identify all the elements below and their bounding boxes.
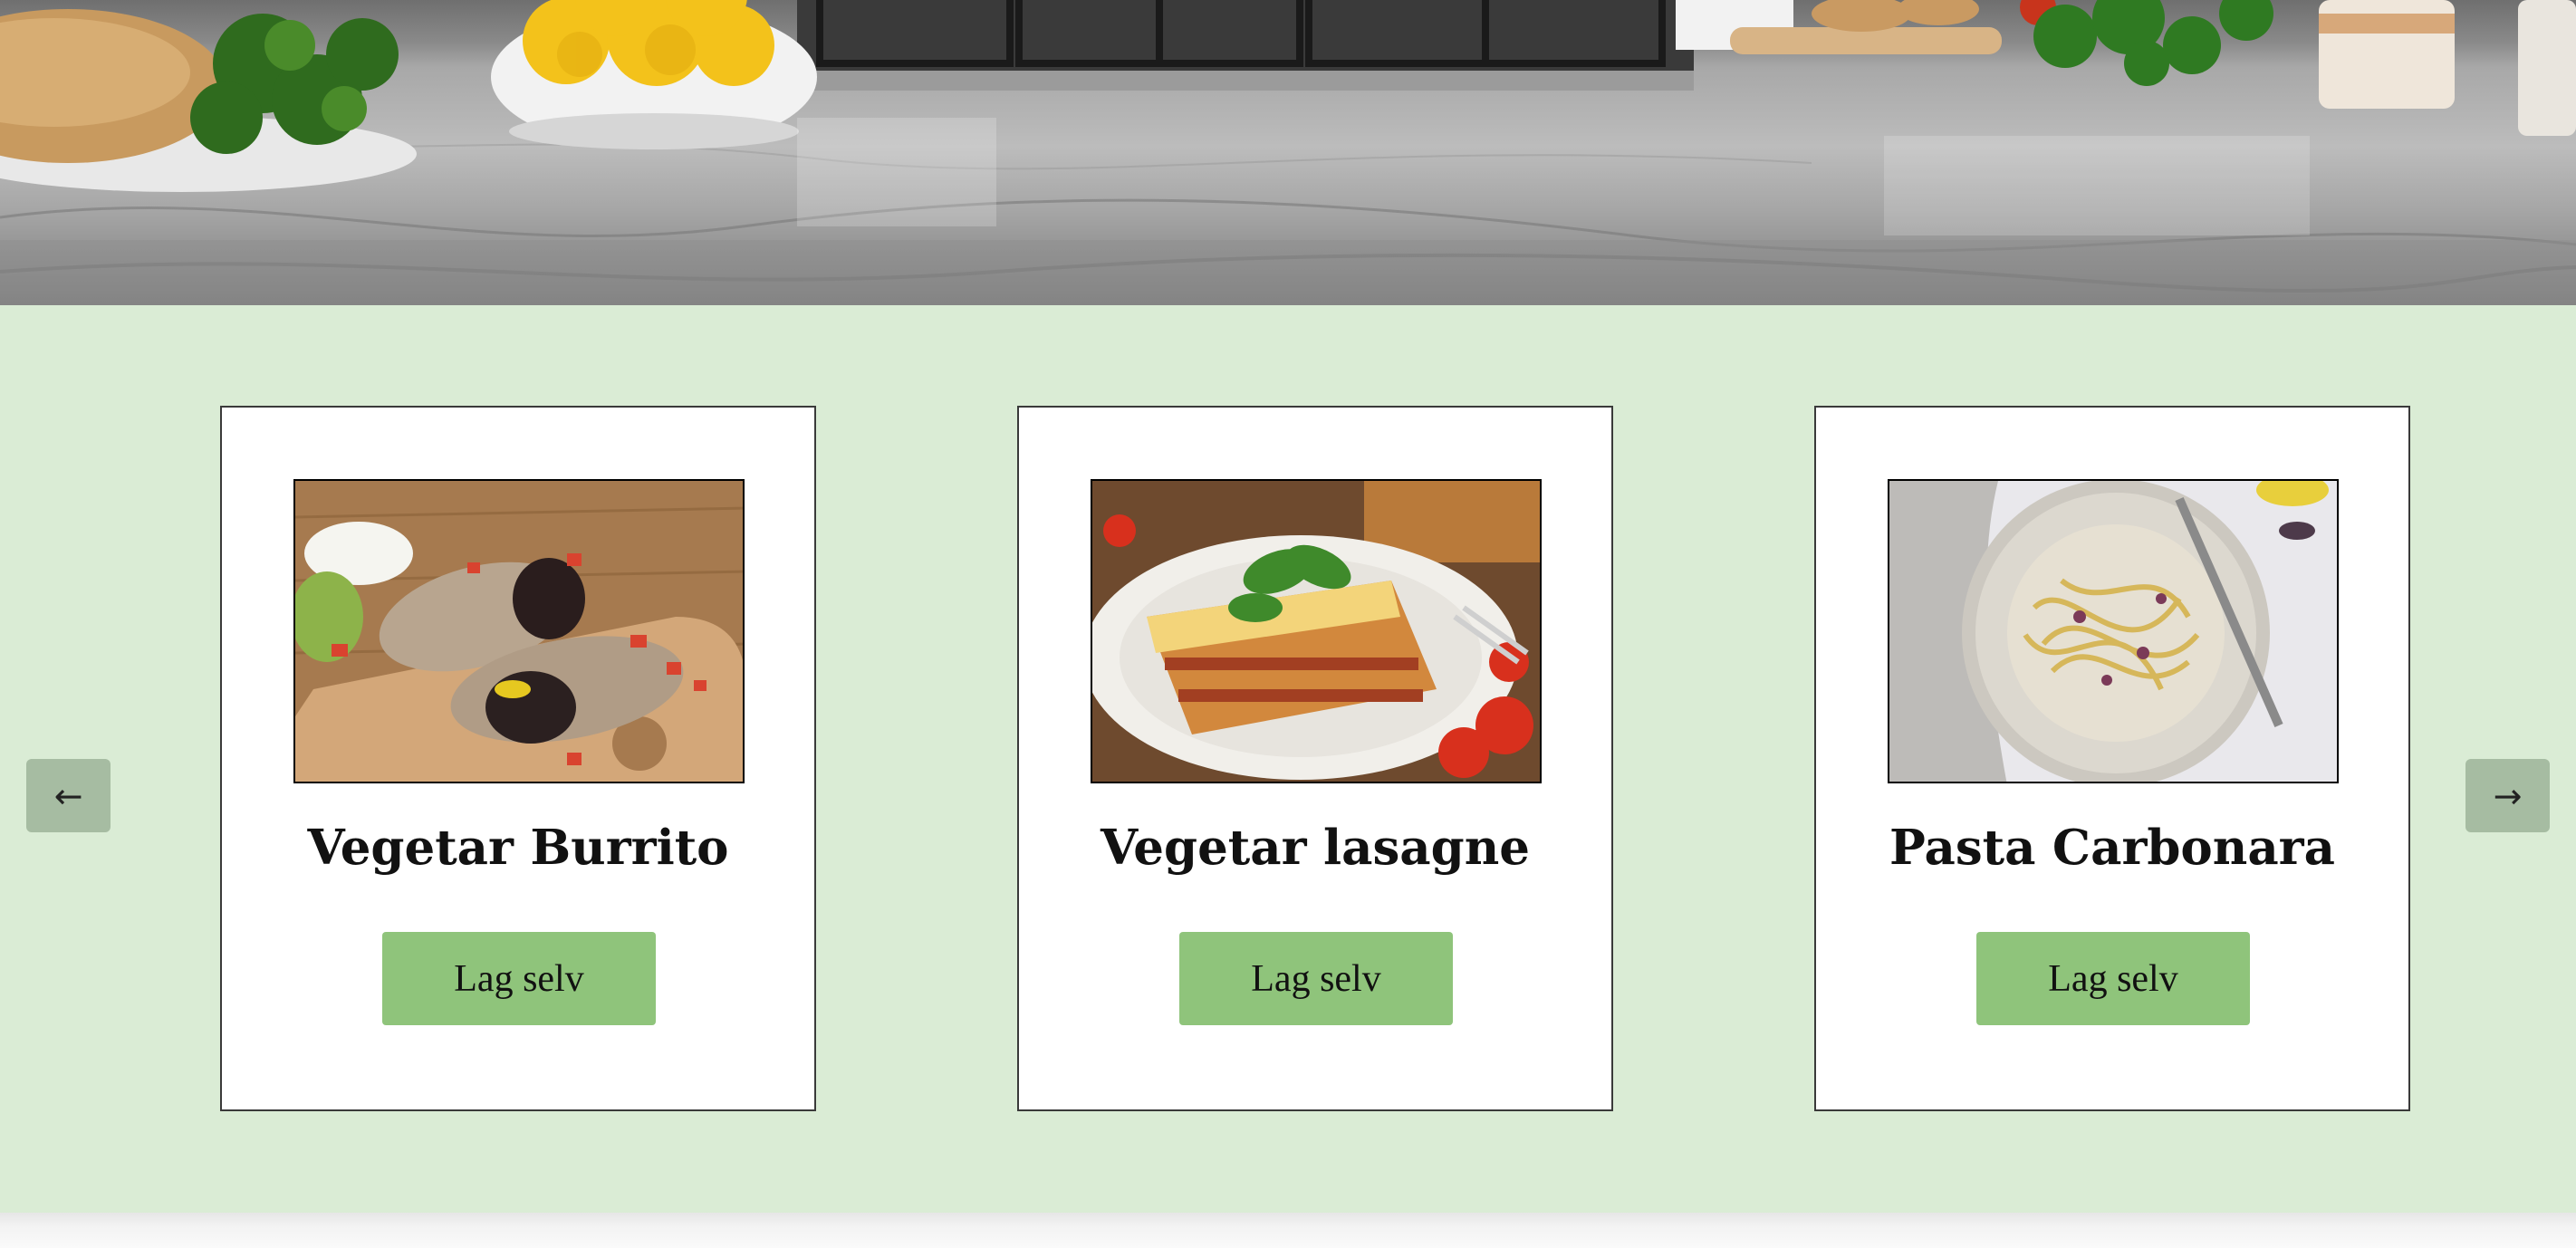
recipe-title: Pasta Carbonara <box>1889 820 2335 876</box>
recipe-image-carbonara <box>1888 479 2339 783</box>
make-yourself-button[interactable]: Lag selv <box>1179 932 1453 1025</box>
footer-shadow-strip <box>0 1213 2576 1248</box>
carousel-next-button[interactable]: → <box>2465 759 2550 832</box>
hero-illustration <box>0 0 2576 305</box>
recipe-card-burrito: Vegetar Burrito Lag selv <box>220 406 816 1111</box>
carbonara-photo <box>1889 481 2337 782</box>
burrito-photo <box>295 481 743 782</box>
make-yourself-button[interactable]: Lag selv <box>1976 932 2250 1025</box>
page: ← Vegetar Burrito Lag selv Vegetar lasag… <box>0 0 2576 1248</box>
recipe-image-lasagne <box>1091 479 1542 783</box>
recipe-image-burrito <box>293 479 745 783</box>
lasagne-photo <box>1092 481 1540 782</box>
recipe-carousel: ← Vegetar Burrito Lag selv Vegetar lasag… <box>0 305 2576 1213</box>
recipe-card-carbonara: Pasta Carbonara Lag selv <box>1814 406 2410 1111</box>
recipe-card-lasagne: Vegetar lasagne Lag selv <box>1017 406 1613 1111</box>
recipe-title: Vegetar lasagne <box>1101 820 1530 876</box>
carousel-prev-button[interactable]: ← <box>26 759 111 832</box>
recipe-title: Vegetar Burrito <box>307 820 729 876</box>
make-yourself-button[interactable]: Lag selv <box>382 932 656 1025</box>
hero-kitchen-image <box>0 0 2576 305</box>
